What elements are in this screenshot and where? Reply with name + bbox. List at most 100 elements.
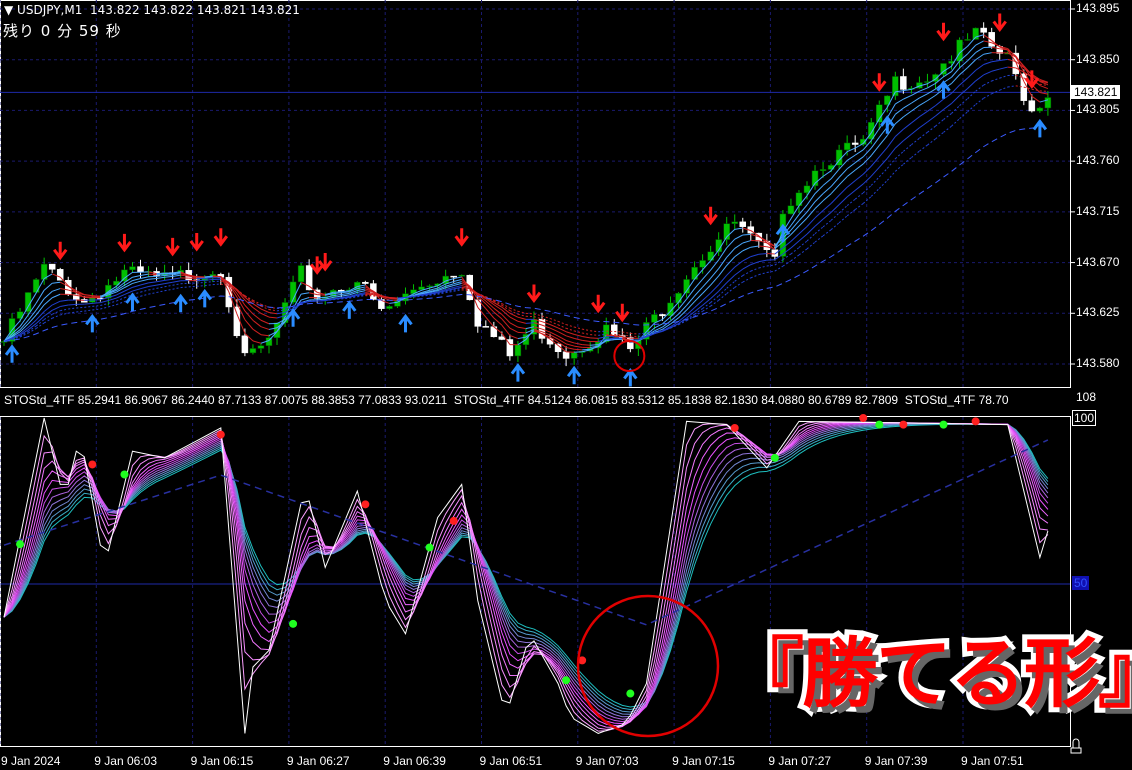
ma-ribbon-segment xyxy=(260,312,270,318)
ma-ribbon-segment xyxy=(140,278,149,282)
candle-body xyxy=(699,260,706,268)
bar-timer: 残り 0 分 59 秒 xyxy=(3,22,122,40)
ma-ribbon-segment xyxy=(517,320,527,324)
ma-ribbon-segment xyxy=(172,277,181,280)
ma-ribbon-segment xyxy=(204,284,213,287)
buy-signal-dot xyxy=(939,420,948,429)
ma-ribbon-segment xyxy=(943,103,952,110)
ma-ribbon-segment xyxy=(878,135,888,146)
level-50-label: 50 xyxy=(1072,576,1090,590)
ma-ribbon-segment xyxy=(300,297,310,301)
ma-ribbon-segment xyxy=(927,83,936,89)
candle-body xyxy=(787,205,795,215)
ma-ribbon-segment xyxy=(148,292,157,295)
candle-body xyxy=(458,274,465,277)
ma-ribbon-segment xyxy=(911,127,920,135)
triangle-down-icon[interactable]: ▼ xyxy=(4,3,17,17)
ma-ribbon-segment xyxy=(557,327,567,333)
sell-arrow-icon xyxy=(53,241,68,261)
buy-arrow-icon xyxy=(566,365,582,385)
buy-signal-dot xyxy=(770,453,779,462)
ma-ribbon-segment xyxy=(76,306,85,309)
ma-ribbon-segment xyxy=(726,238,736,249)
ma-ribbon-segment xyxy=(854,163,864,171)
ma-ribbon-segment xyxy=(260,319,270,325)
ma-ribbon-segment xyxy=(51,306,61,311)
ma-ribbon-segment xyxy=(68,303,77,306)
ma-ribbon-segment xyxy=(148,281,157,284)
ma-ribbon-segment xyxy=(164,275,173,278)
ma-ribbon-segment xyxy=(782,260,792,267)
ma-ribbon-segment xyxy=(734,242,744,249)
ma-ribbon-segment xyxy=(878,168,888,178)
ma-ribbon-segment xyxy=(854,149,864,156)
ma-ribbon-segment xyxy=(878,180,888,189)
buy-arrow-icon xyxy=(398,313,413,333)
ma-ribbon-segment xyxy=(702,269,712,280)
ma-ribbon-segment xyxy=(919,87,928,92)
ma-ribbon-segment xyxy=(991,68,1000,72)
ma-ribbon-segment xyxy=(606,337,615,340)
ma-ribbon-segment xyxy=(895,107,904,115)
candle-body xyxy=(474,299,482,327)
ma-ribbon-segment xyxy=(164,281,173,285)
candle-body xyxy=(956,39,963,62)
ma-ribbon-segment xyxy=(903,157,912,165)
ma-ribbon-segment xyxy=(582,332,591,336)
candle-body xyxy=(691,266,698,280)
ma-ribbon-segment xyxy=(862,165,872,175)
ma-ribbon-segment xyxy=(911,97,920,104)
candle-body xyxy=(56,269,64,281)
ma-ribbon-segment xyxy=(76,310,85,313)
ma-ribbon-segment xyxy=(533,316,543,320)
ma-ribbon-segment xyxy=(68,307,77,310)
sell-signal-dot xyxy=(361,500,370,509)
ma-ribbon-segment xyxy=(541,315,551,319)
ma-ribbon-segment xyxy=(854,156,864,164)
ma-ribbon-segment xyxy=(582,348,591,351)
ma-ribbon-segment xyxy=(52,288,61,292)
ma-ribbon-segment xyxy=(846,180,856,188)
ma-ribbon-segment xyxy=(814,226,824,235)
ma-ribbon-segment xyxy=(870,166,880,177)
ma-ribbon-segment xyxy=(862,175,872,185)
ma-ribbon-segment xyxy=(726,287,736,295)
candle-body xyxy=(819,169,827,172)
ma-ribbon-segment xyxy=(758,265,767,269)
ma-ribbon-segment xyxy=(758,272,767,276)
ma-ribbon-segment xyxy=(967,80,976,89)
ma-ribbon-segment xyxy=(798,240,808,248)
ma-ribbon-segment xyxy=(43,297,53,306)
ma-ribbon-segment xyxy=(999,66,1008,70)
ma-ribbon-segment xyxy=(886,158,896,169)
ma-ribbon-segment xyxy=(244,319,254,330)
ma-ribbon-segment xyxy=(140,289,149,293)
candle-body xyxy=(362,281,369,284)
time-axis-label: 9 Jan 2024 xyxy=(1,754,61,768)
ma-ribbon-segment xyxy=(822,212,832,220)
symbol-title: USDJPY,M1 xyxy=(17,3,83,17)
candle-body xyxy=(659,314,666,317)
ma-ribbon-segment xyxy=(156,276,165,279)
ma-ribbon-segment xyxy=(509,322,519,328)
ma-ribbon-segment xyxy=(790,240,800,249)
ma-ribbon-segment xyxy=(991,77,1000,82)
ma-ribbon-segment xyxy=(790,247,800,255)
ma-ribbon-segment xyxy=(798,226,808,235)
ma-ribbon-segment xyxy=(60,308,69,312)
ma-ribbon-segment xyxy=(983,93,992,99)
ma-ribbon-segment xyxy=(814,200,824,209)
sell-arrow-icon xyxy=(454,228,469,247)
candle-body xyxy=(257,345,265,349)
ohlc-values: 143.822 143.822 143.821 143.821 xyxy=(89,3,300,17)
candle-body xyxy=(570,352,578,359)
candle-body xyxy=(498,336,506,340)
buy-signal-dot xyxy=(562,676,571,685)
ma-ribbon-segment xyxy=(116,294,125,299)
ma-ribbon-segment xyxy=(582,339,591,343)
ma-ribbon-segment xyxy=(51,300,61,306)
ma-ribbon-segment xyxy=(132,288,141,292)
candle-body xyxy=(24,292,32,312)
ma-ribbon-segment xyxy=(678,309,687,319)
ma-ribbon-segment xyxy=(172,283,181,286)
